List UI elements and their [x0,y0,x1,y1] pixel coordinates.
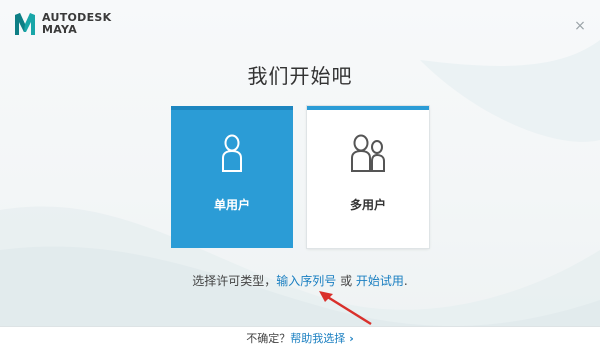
autodesk-maya-logo: AUTODESK MAYA [14,12,111,36]
prompt-text: 选择许可类型， [192,274,277,288]
single-user-icon [222,134,242,172]
enter-serial-link[interactable]: 输入序列号 [276,274,336,288]
single-user-label: 单用户 [213,198,250,212]
multi-user-icon [351,134,385,172]
background-swoosh [0,40,600,349]
unsure-text: 不确定？ [246,332,291,345]
brand-maya: MAYA [42,23,78,36]
or-text: 或 [336,274,356,288]
close-button[interactable]: × [574,19,586,33]
start-trial-link[interactable]: 开始试用 [356,274,404,288]
help-me-choose-link[interactable]: 帮助我选择 [290,332,345,345]
multi-user-card[interactable]: 多用户 [307,106,429,248]
license-prompt: 选择许可类型，输入序列号 或 开始试用. [0,272,600,289]
single-user-card[interactable]: 单用户 [171,106,293,248]
maya-m-icon [15,13,35,35]
prompt-period: . [403,274,408,288]
annotation-arrow-icon [319,291,372,326]
multi-user-label: 多用户 [349,198,386,212]
chevron-right-icon: › [349,332,354,345]
footer-bar: 不确定？帮助我选择 › [0,326,600,350]
page-title: 我们开始吧 [247,64,353,88]
